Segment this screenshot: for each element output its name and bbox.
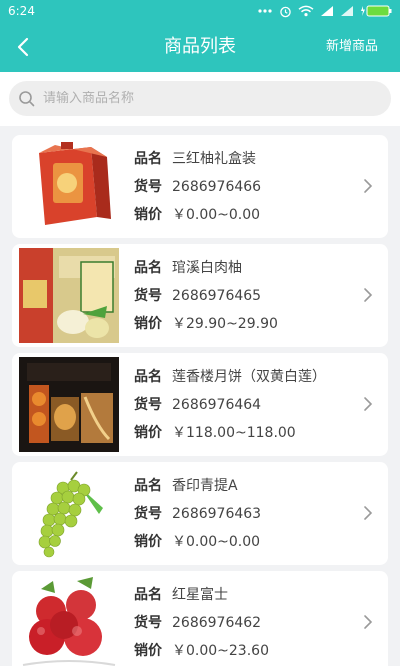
search-input[interactable] bbox=[43, 91, 363, 106]
wifi-icon bbox=[298, 5, 314, 17]
product-price-label: 销价 bbox=[134, 207, 162, 223]
product-name-label: 品名 bbox=[134, 369, 162, 385]
chevron-right-icon bbox=[364, 506, 373, 520]
product-image-red-gift-box bbox=[19, 139, 119, 234]
chevron-left-icon bbox=[17, 37, 29, 57]
back-button[interactable] bbox=[10, 34, 36, 60]
alarm-clock-icon bbox=[280, 6, 291, 17]
product-sku: 2686976466 bbox=[172, 179, 262, 195]
product-image-red-apples bbox=[19, 575, 119, 666]
add-product-button[interactable]: 新增商品 bbox=[326, 22, 378, 72]
product-price: ￥0.00~0.00 bbox=[172, 534, 261, 550]
product-sku-label: 货号 bbox=[134, 615, 162, 631]
product-info: 品名 莲香楼月饼（双黄白莲） 货号 2686976464 销价 ￥118.00~118… bbox=[134, 363, 354, 447]
status-time: 6:24 bbox=[8, 4, 35, 18]
product-info: 品名 琯溪白肉柚 货号 2686976465 销价 ￥29.90~29.90 bbox=[134, 254, 354, 338]
product-name-label: 品名 bbox=[134, 478, 162, 494]
product-card[interactable]: 品名 琯溪白肉柚 货号 2686976465 销价 ￥29.90~29.90 bbox=[12, 244, 388, 347]
chevron-right-icon bbox=[364, 288, 373, 302]
status-bar: 6:24 bbox=[0, 0, 400, 22]
battery-charging-icon bbox=[361, 5, 392, 17]
product-price-label: 销价 bbox=[134, 316, 162, 332]
signal-icon bbox=[341, 6, 353, 16]
chevron-right-icon bbox=[364, 397, 373, 411]
product-card[interactable]: 品名 三红柚礼盒装 货号 2686976466 销价 ￥0.00~0.00 bbox=[12, 135, 388, 238]
product-sku-label: 货号 bbox=[134, 288, 162, 304]
product-sku-label: 货号 bbox=[134, 397, 162, 413]
product-image-pomelo-box bbox=[19, 248, 119, 343]
product-price-label: 销价 bbox=[134, 425, 162, 441]
product-image-green-grapes bbox=[19, 466, 119, 561]
product-price-label: 销价 bbox=[134, 643, 162, 659]
product-price: ￥0.00~23.60 bbox=[172, 643, 269, 659]
search-icon bbox=[17, 89, 37, 109]
search-bar[interactable] bbox=[9, 81, 391, 116]
product-price-label: 销价 bbox=[134, 534, 162, 550]
product-name: 红星富士 bbox=[172, 587, 228, 603]
search-section bbox=[0, 72, 400, 126]
product-price: ￥29.90~29.90 bbox=[172, 316, 278, 332]
product-card[interactable]: 品名 莲香楼月饼（双黄白莲） 货号 2686976464 销价 ￥118.00~118… bbox=[12, 353, 388, 456]
product-name-label: 品名 bbox=[134, 587, 162, 603]
chevron-right-icon bbox=[364, 615, 373, 629]
dots-icon bbox=[258, 9, 272, 13]
product-info: 品名 三红柚礼盒装 货号 2686976466 销价 ￥0.00~0.00 bbox=[134, 145, 354, 229]
product-card[interactable]: 品名 红星富士 货号 2686976462 销价 ￥0.00~23.60 bbox=[12, 571, 388, 666]
nav-bar: 商品列表 新增商品 bbox=[0, 22, 400, 72]
product-name: 琯溪白肉柚 bbox=[172, 260, 242, 276]
product-sku-label: 货号 bbox=[134, 506, 162, 522]
signal-icon bbox=[321, 6, 333, 16]
product-sku: 2686976465 bbox=[172, 288, 262, 304]
product-name: 莲香楼月饼（双黄白莲） bbox=[172, 369, 326, 385]
product-name-label: 品名 bbox=[134, 260, 162, 276]
chevron-right-icon bbox=[364, 179, 373, 193]
product-card[interactable]: 品名 香印青提A 货号 2686976463 销价 ￥0.00~0.00 bbox=[12, 462, 388, 565]
product-sku: 2686976464 bbox=[172, 397, 262, 413]
product-name: 香印青提A bbox=[172, 478, 238, 494]
status-icons bbox=[257, 5, 392, 18]
product-name: 三红柚礼盒装 bbox=[172, 151, 256, 167]
product-price: ￥118.00~118.00 bbox=[172, 425, 296, 441]
product-price: ￥0.00~0.00 bbox=[172, 207, 261, 223]
product-sku: 2686976462 bbox=[172, 615, 262, 631]
product-info: 品名 红星富士 货号 2686976462 销价 ￥0.00~23.60 bbox=[134, 581, 354, 665]
product-sku: 2686976463 bbox=[172, 506, 262, 522]
product-sku-label: 货号 bbox=[134, 179, 162, 195]
product-name-label: 品名 bbox=[134, 151, 162, 167]
product-image-mooncake-box bbox=[19, 357, 119, 452]
product-info: 品名 香印青提A 货号 2686976463 销价 ￥0.00~0.00 bbox=[134, 472, 354, 556]
